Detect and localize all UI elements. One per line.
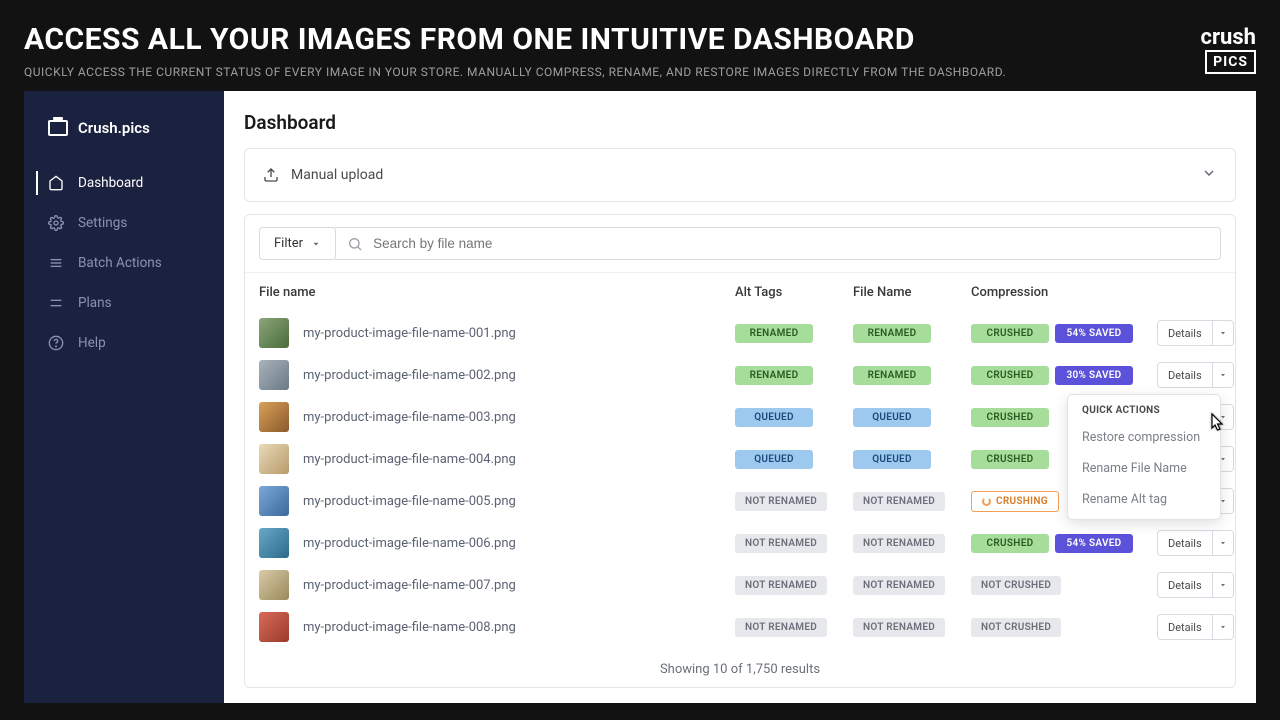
status-badge-filename: NOT RENAMED [853, 492, 945, 511]
thumbnail [259, 402, 289, 432]
caret-down-icon[interactable] [1213, 363, 1233, 387]
status-badge-crushing: CRUSHING [971, 491, 1059, 512]
sidebar-item-help[interactable]: Help [24, 323, 224, 363]
status-badge-filename: NOT RENAMED [853, 534, 945, 553]
file-name: my-product-image-file-name-005.png [303, 494, 516, 509]
sidebar-item-label: Plans [78, 295, 112, 311]
thumbnail [259, 570, 289, 600]
status-badge-compression: CRUSHED [971, 450, 1049, 469]
popover-item[interactable]: Restore compression [1068, 422, 1220, 453]
sidebar-item-dashboard[interactable]: Dashboard [24, 163, 224, 203]
details-button[interactable]: Details [1157, 614, 1234, 640]
batch-actions-icon [48, 255, 64, 271]
page-title: ACCESS ALL YOUR IMAGES FROM ONE INTUITIV… [24, 22, 1256, 57]
table-row: my-product-image-file-name-002.png RENAME… [245, 354, 1235, 396]
sidebar-item-label: Settings [78, 215, 127, 231]
dashboard-heading: Dashboard [224, 91, 1256, 148]
sidebar-item-label: Batch Actions [78, 255, 162, 271]
plans-icon [48, 295, 64, 311]
thumbnail [259, 318, 289, 348]
sidebar-item-settings[interactable]: Settings [24, 203, 224, 243]
thumbnail [259, 612, 289, 642]
status-badge-alt: NOT RENAMED [735, 534, 827, 553]
details-button[interactable]: Details [1157, 530, 1234, 556]
caret-down-icon[interactable] [1213, 321, 1233, 345]
table-row: my-product-image-file-name-006.png NOT RE… [245, 522, 1235, 564]
details-button[interactable]: Details [1157, 320, 1234, 346]
status-badge-alt: RENAMED [735, 366, 813, 385]
table-row: my-product-image-file-name-008.png NOT RE… [245, 606, 1235, 648]
sidebar-item-label: Help [78, 335, 106, 351]
status-badge-filename: RENAMED [853, 366, 931, 385]
details-button[interactable]: Details [1157, 572, 1234, 598]
sidebar: Crush.pics Dashboard Settings Batch Action… [24, 91, 224, 703]
file-name: my-product-image-file-name-008.png [303, 620, 516, 635]
status-badge-filename: RENAMED [853, 324, 931, 343]
dashboard-icon [48, 175, 64, 191]
file-name: my-product-image-file-name-001.png [303, 326, 516, 341]
page-subtitle: QUICKLY ACCESS THE CURRENT STATUS OF EVE… [24, 65, 1256, 79]
status-badge-compression: NOT CRUSHED [971, 618, 1061, 637]
status-badge-alt: NOT RENAMED [735, 618, 827, 637]
main-panel: Dashboard Manual upload [224, 91, 1256, 703]
file-name: my-product-image-file-name-006.png [303, 536, 516, 551]
sidebar-item-plans[interactable]: Plans [24, 283, 224, 323]
results-footer: Showing 10 of 1,750 results [245, 648, 1235, 687]
upload-icon [263, 167, 279, 183]
status-badge-compression: CRUSHED [971, 366, 1049, 385]
sidebar-brand: Crush.pics [24, 109, 224, 163]
file-name: my-product-image-file-name-002.png [303, 368, 516, 383]
sidebar-item-label: Dashboard [78, 175, 143, 191]
status-badge-filename: NOT RENAMED [853, 576, 945, 595]
thumbnail [259, 360, 289, 390]
table-row: my-product-image-file-name-007.png NOT RE… [245, 564, 1235, 606]
file-name: my-product-image-file-name-004.png [303, 452, 516, 467]
status-badge-saved: 30% SAVED [1055, 366, 1133, 385]
status-badge-compression: CRUSHED [971, 408, 1049, 427]
brand-icon [48, 120, 68, 136]
status-badge-filename: NOT RENAMED [853, 618, 945, 637]
status-badge-saved: 54% SAVED [1055, 324, 1133, 343]
quick-actions-popover: QUICK ACTIONSRestore compressionRename F… [1067, 394, 1221, 520]
table-row: my-product-image-file-name-001.png RENAME… [245, 312, 1235, 354]
manual-upload-toggle[interactable]: Manual upload [245, 149, 1235, 201]
file-name: my-product-image-file-name-003.png [303, 410, 516, 425]
status-badge-alt: QUEUED [735, 408, 813, 427]
thumbnail [259, 528, 289, 558]
search-input-wrap[interactable] [335, 227, 1221, 260]
caret-down-icon[interactable] [1213, 615, 1233, 639]
table-header: File name Alt Tags File Name Compression [245, 273, 1235, 312]
caret-down-icon[interactable] [1213, 573, 1233, 597]
search-icon [347, 236, 363, 252]
search-input[interactable] [373, 236, 1208, 251]
thumbnail [259, 486, 289, 516]
status-badge-filename: QUEUED [853, 450, 931, 469]
popover-item[interactable]: Rename Alt tag [1068, 484, 1220, 519]
status-badge-alt: NOT RENAMED [735, 576, 827, 595]
chevron-down-icon [1201, 165, 1217, 185]
popover-title: QUICK ACTIONS [1068, 395, 1220, 422]
sidebar-item-batch-actions[interactable]: Batch Actions [24, 243, 224, 283]
status-badge-compression: NOT CRUSHED [971, 576, 1061, 595]
status-badge-filename: QUEUED [853, 408, 931, 427]
help-icon [48, 335, 64, 351]
popover-item[interactable]: Rename File Name [1068, 453, 1220, 484]
brand-logo: crush PICS [1201, 28, 1256, 74]
status-badge-saved: 54% SAVED [1055, 534, 1133, 553]
details-button[interactable]: Details [1157, 362, 1234, 388]
status-badge-compression: CRUSHED [971, 324, 1049, 343]
filter-button[interactable]: Filter [259, 227, 336, 260]
status-badge-alt: NOT RENAMED [735, 492, 827, 511]
status-badge-compression: CRUSHED [971, 534, 1049, 553]
manual-upload-label: Manual upload [291, 167, 383, 183]
caret-down-icon[interactable] [1213, 531, 1233, 555]
file-name: my-product-image-file-name-007.png [303, 578, 516, 593]
settings-icon [48, 215, 64, 231]
status-badge-alt: QUEUED [735, 450, 813, 469]
thumbnail [259, 444, 289, 474]
status-badge-alt: RENAMED [735, 324, 813, 343]
